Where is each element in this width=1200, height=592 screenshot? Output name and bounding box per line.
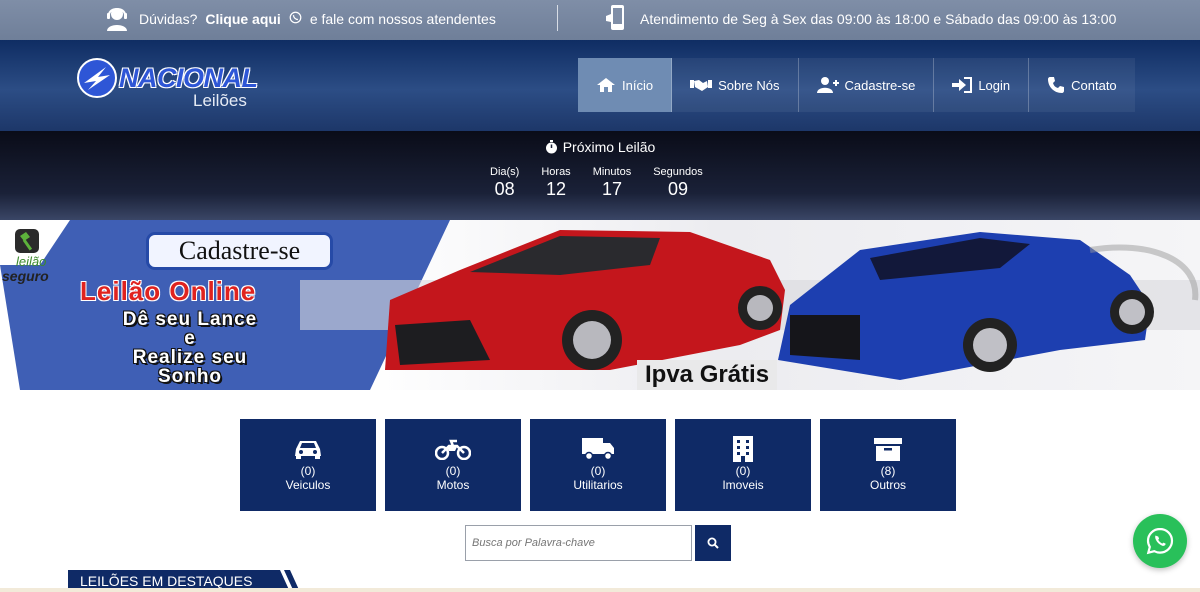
nav-contato-label: Contato bbox=[1071, 77, 1117, 93]
countdown-units: Dia(s) 08 Horas 12 Minutos 17 Segundos 0… bbox=[490, 166, 703, 200]
category-veiculos-label: Veiculos bbox=[285, 478, 331, 492]
countdown-seconds-label: Segundos bbox=[653, 166, 703, 178]
featured-auctions-title: LEILÕES EM DESTAQUES bbox=[80, 573, 253, 589]
opening-hours: Atendimento de Seg à Sex das 09:00 às 18… bbox=[604, 3, 1116, 35]
stopwatch-icon bbox=[545, 140, 557, 154]
keyword-search-input[interactable] bbox=[465, 525, 692, 561]
countdown-days-label: Dia(s) bbox=[490, 166, 520, 178]
nav-sobre-nos-label: Sobre Nós bbox=[718, 77, 780, 93]
countdown-title-row: Próximo Leilão bbox=[0, 139, 1200, 155]
whatsapp-button[interactable] bbox=[1133, 514, 1187, 568]
banner-cadastre-label: Cadastre-se bbox=[146, 232, 333, 270]
countdown-minutes-value: 17 bbox=[601, 179, 622, 199]
category-utilitarios-count: (0) bbox=[590, 464, 606, 478]
badge-line1: leilão bbox=[16, 254, 47, 269]
countdown-minutes: Minutos 17 bbox=[593, 166, 632, 200]
category-veiculos-count: (0) bbox=[300, 464, 316, 478]
red-car-image bbox=[385, 230, 785, 370]
banner-slogan-line3: Realize seu bbox=[132, 347, 248, 368]
category-veiculos[interactable]: (0) Veiculos bbox=[240, 419, 376, 511]
whatsapp-small-icon bbox=[289, 11, 302, 27]
nav-login[interactable]: Login bbox=[934, 58, 1030, 112]
home-icon bbox=[597, 78, 615, 92]
countdown-days-value: 08 bbox=[494, 179, 515, 199]
leilao-seguro-badge: leilão seguro bbox=[0, 224, 60, 284]
logo-name: NACIONAL bbox=[119, 63, 258, 93]
category-imoveis-label: Imoveis bbox=[722, 478, 764, 492]
car-icon bbox=[295, 441, 321, 459]
search-icon bbox=[707, 537, 719, 549]
nav-cadastre-se-label: Cadastre-se bbox=[844, 77, 916, 93]
category-outros-label: Outros bbox=[869, 478, 906, 492]
nav-inicio[interactable]: Início bbox=[578, 58, 673, 112]
handshake-icon bbox=[690, 80, 713, 91]
hours-text: Atendimento de Seg à Sex das 09:00 às 18… bbox=[640, 11, 1117, 27]
banner-slogan-line2: e bbox=[184, 328, 196, 349]
banner-slogan-line1: Dê seu Lance bbox=[122, 309, 258, 330]
archive-icon bbox=[874, 438, 902, 461]
banner-slogan-line4: Sonho bbox=[157, 366, 223, 387]
banner-ipva-label: Ipva Grátis bbox=[637, 360, 778, 390]
blue-car-image bbox=[778, 232, 1199, 380]
category-utilitarios[interactable]: (0) Utilitarios bbox=[530, 419, 666, 511]
countdown-seconds: Segundos 09 bbox=[653, 166, 703, 200]
countdown-minutes-label: Minutos bbox=[592, 166, 632, 178]
user-plus-icon bbox=[816, 77, 839, 93]
banner-headline: Leilão Online bbox=[80, 276, 257, 306]
category-tiles: (0) Veiculos (0) Motos (0) Utilitarios (… bbox=[240, 419, 956, 511]
gavel-badge-icon bbox=[15, 229, 39, 253]
mobile-phone-icon bbox=[604, 4, 630, 35]
countdown-hours-label: Horas bbox=[541, 166, 571, 178]
countdown-hours: Horas 12 bbox=[541, 166, 570, 200]
category-outros[interactable]: (8) Outros bbox=[820, 419, 956, 511]
category-utilitarios-label: Utilitarios bbox=[573, 478, 623, 492]
topbar-divider bbox=[557, 5, 558, 31]
category-imoveis-count: (0) bbox=[735, 464, 751, 478]
site-header: NACIONAL Leilões Início Sobre Nós Cadast… bbox=[0, 40, 1200, 131]
logo-emblem-icon bbox=[77, 58, 117, 98]
nav-contato[interactable]: Contato bbox=[1029, 58, 1135, 112]
countdown-title: Próximo Leilão bbox=[562, 139, 656, 155]
help-prefix: Dúvidas? bbox=[139, 11, 198, 27]
promo-banner[interactable]: leilão seguro Cadastre-se Leilão Online … bbox=[0, 220, 1200, 390]
category-imoveis[interactable]: (0) Imoveis bbox=[675, 419, 811, 511]
countdown-seconds-value: 09 bbox=[667, 179, 688, 199]
category-motos[interactable]: (0) Motos bbox=[385, 419, 521, 511]
countdown-days: Dia(s) 08 bbox=[490, 166, 519, 200]
site-logo[interactable]: NACIONAL Leilões bbox=[76, 57, 266, 115]
help-link[interactable]: Clique aqui bbox=[205, 11, 280, 27]
search-button[interactable] bbox=[695, 525, 731, 561]
top-info-bar: Dúvidas? Clique aqui e fale com nossos a… bbox=[0, 0, 1200, 40]
nav-login-label: Login bbox=[978, 77, 1011, 93]
main-nav: Início Sobre Nós Cadastre-se Login Conta… bbox=[578, 58, 1135, 112]
countdown-hours-value: 12 bbox=[546, 179, 567, 199]
help-suffix: e fale com nossos atendentes bbox=[309, 11, 496, 27]
bottom-divider bbox=[0, 588, 1200, 592]
motorcycle-icon bbox=[435, 439, 471, 460]
building-icon bbox=[733, 436, 753, 462]
next-auction-countdown: Próximo Leilão Dia(s) 08 Horas 12 Minuto… bbox=[0, 131, 1200, 220]
support-agent-icon bbox=[103, 4, 131, 35]
category-motos-label: Motos bbox=[436, 478, 470, 492]
nav-cadastre-se[interactable]: Cadastre-se bbox=[798, 58, 935, 112]
category-outros-count: (8) bbox=[880, 464, 896, 478]
nav-sobre-nos[interactable]: Sobre Nós bbox=[672, 58, 799, 112]
whatsapp-icon bbox=[1146, 527, 1174, 555]
help-contact: Dúvidas? Clique aqui e fale com nossos a… bbox=[103, 3, 496, 35]
badge-line2: seguro bbox=[2, 268, 49, 284]
phone-icon bbox=[1048, 77, 1065, 93]
nav-inicio-label: Início bbox=[622, 77, 654, 93]
category-motos-count: (0) bbox=[445, 464, 461, 478]
truck-icon bbox=[582, 438, 614, 461]
sign-in-icon bbox=[952, 77, 973, 93]
logo-subtitle: Leilões bbox=[193, 91, 247, 110]
